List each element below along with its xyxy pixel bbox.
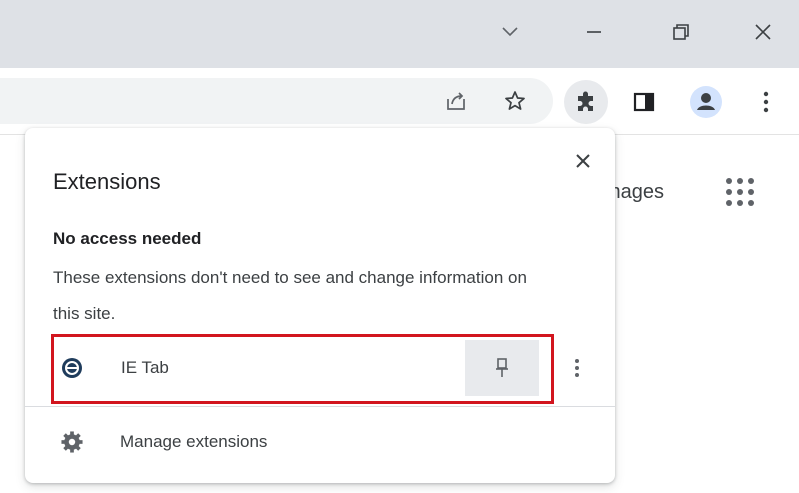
vertical-dots-icon bbox=[763, 91, 769, 113]
extension-more-button[interactable] bbox=[561, 352, 593, 384]
title-bar bbox=[0, 0, 799, 68]
close-icon bbox=[755, 24, 771, 40]
avatar-icon bbox=[690, 86, 722, 118]
section-heading: No access needed bbox=[53, 229, 202, 248]
popup-title: Extensions bbox=[53, 169, 161, 194]
profile-button[interactable] bbox=[688, 84, 724, 120]
close-popup-button[interactable] bbox=[570, 148, 596, 174]
minimize-icon bbox=[587, 31, 601, 33]
divider bbox=[25, 406, 615, 407]
restore-icon bbox=[673, 24, 689, 40]
close-window-button[interactable] bbox=[743, 12, 783, 52]
manage-extensions-button[interactable]: Manage extensions bbox=[25, 413, 615, 471]
minimize-button[interactable] bbox=[574, 12, 614, 52]
gear-icon bbox=[61, 431, 83, 453]
chevron-down-icon bbox=[502, 27, 518, 37]
tab-search-button[interactable] bbox=[490, 12, 530, 52]
star-icon bbox=[505, 91, 525, 110]
share-icon bbox=[447, 92, 465, 110]
share-button[interactable] bbox=[438, 83, 474, 119]
vertical-dots-icon bbox=[575, 359, 579, 377]
side-panel-icon bbox=[633, 92, 655, 112]
toolbar bbox=[0, 68, 799, 135]
manage-extensions-label: Manage extensions bbox=[120, 432, 268, 451]
side-panel-button[interactable] bbox=[626, 84, 662, 120]
section-description: These extensions don't need to see and c… bbox=[53, 268, 527, 323]
bookmark-button[interactable] bbox=[497, 83, 533, 119]
highlight-box bbox=[51, 334, 554, 404]
close-icon bbox=[576, 154, 590, 168]
restore-button[interactable] bbox=[661, 12, 701, 52]
puzzle-icon bbox=[578, 91, 593, 111]
extensions-button[interactable] bbox=[564, 80, 608, 124]
menu-button[interactable] bbox=[748, 84, 784, 120]
extensions-popup: Extensions No access needed These extens… bbox=[25, 128, 615, 483]
